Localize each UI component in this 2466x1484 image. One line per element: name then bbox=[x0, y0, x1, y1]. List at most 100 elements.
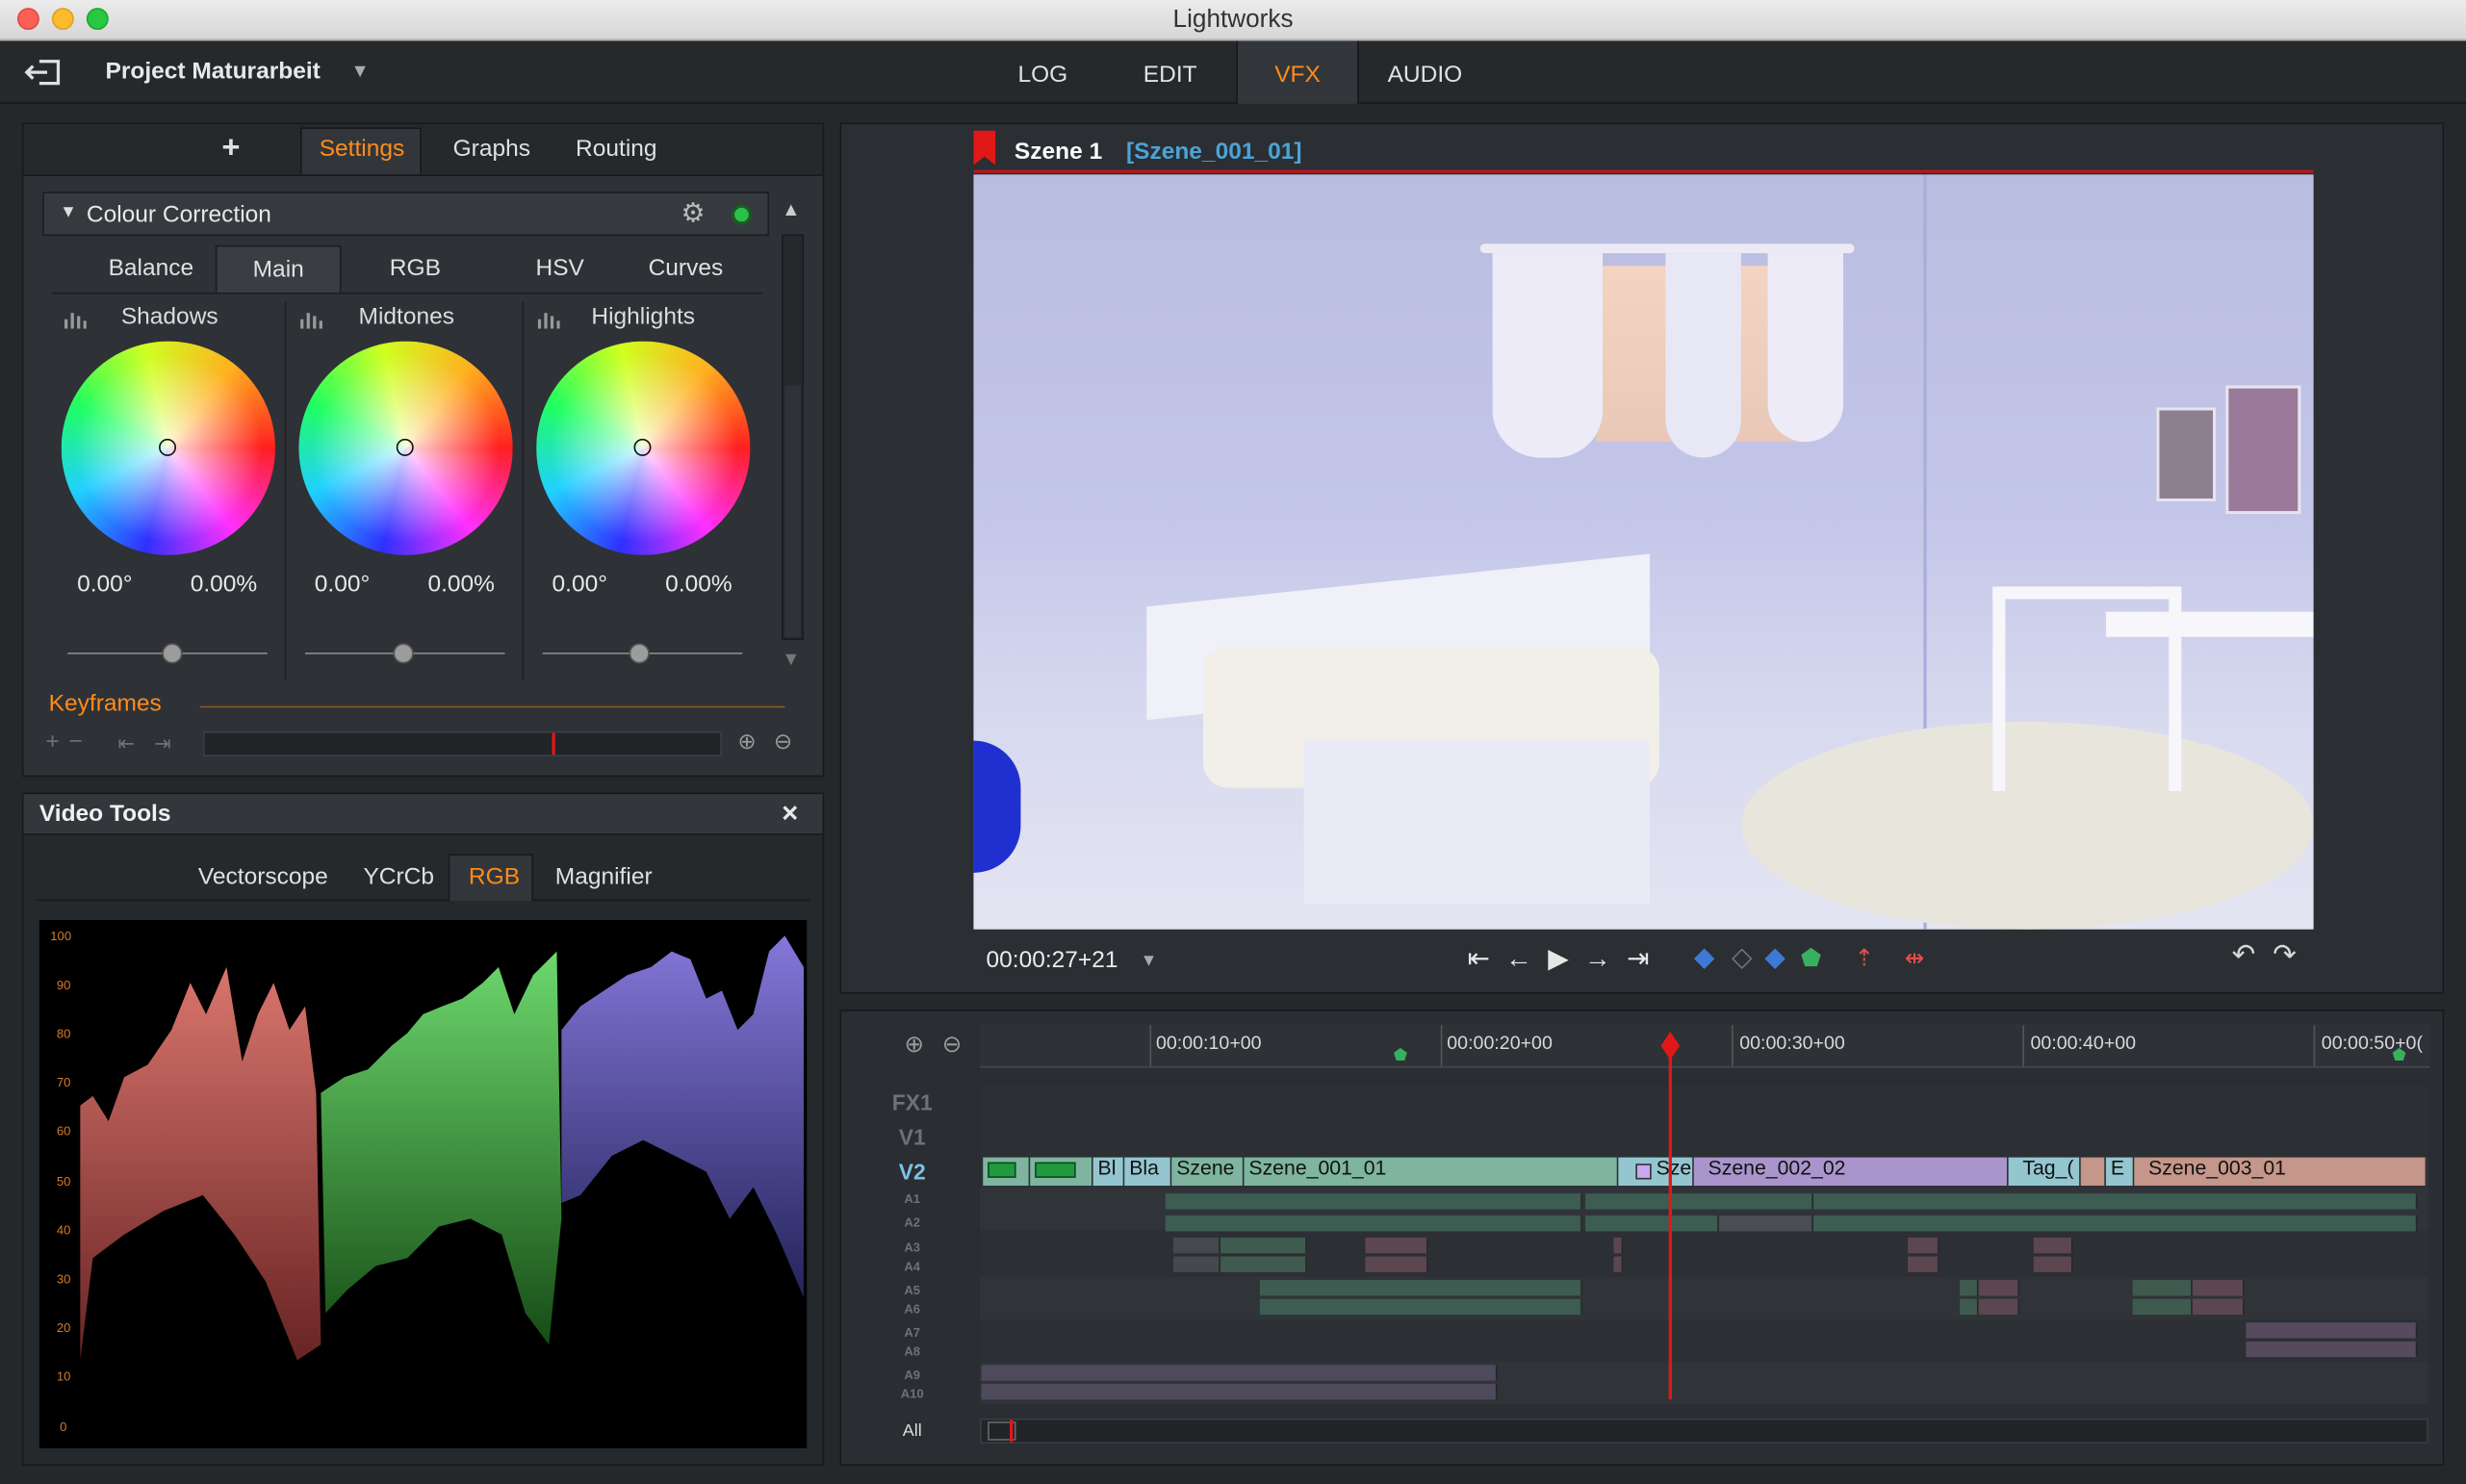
redo-icon[interactable]: ↷ bbox=[2273, 938, 2297, 971]
audio-clip[interactable] bbox=[1908, 1237, 1939, 1254]
audio-clip[interactable] bbox=[1959, 1298, 1979, 1316]
vertical-scrollbar[interactable] bbox=[782, 234, 804, 641]
audio-clip[interactable] bbox=[1220, 1237, 1307, 1254]
v2-clip[interactable]: Tag_( bbox=[2008, 1157, 2081, 1187]
subtab-hsv[interactable]: HSV bbox=[492, 245, 628, 293]
track-label-a6[interactable]: A6 bbox=[861, 1302, 963, 1317]
audio-clip[interactable] bbox=[1813, 1215, 2418, 1232]
track-label-a9[interactable]: A9 bbox=[861, 1369, 963, 1383]
track-label-a1[interactable]: A1 bbox=[861, 1192, 963, 1207]
subtab-balance[interactable]: Balance bbox=[80, 245, 221, 293]
v2-clip[interactable]: Szene_001_01 bbox=[1244, 1157, 1619, 1187]
gears-icon[interactable]: ⚙ bbox=[681, 198, 706, 230]
scroll-up-icon[interactable]: ▲ bbox=[782, 198, 800, 220]
v2-clip[interactable] bbox=[1030, 1157, 1093, 1187]
tab-magnifier[interactable]: Magnifier bbox=[555, 863, 653, 890]
tab-ycrcb[interactable]: YCrCb bbox=[363, 863, 434, 890]
audio-clip[interactable] bbox=[2192, 1280, 2245, 1296]
timeline-playhead[interactable] bbox=[1668, 1043, 1672, 1400]
timeline-overview-bar[interactable] bbox=[979, 1418, 2428, 1445]
histogram-icon[interactable] bbox=[300, 312, 322, 329]
audio-clip[interactable] bbox=[1259, 1280, 1582, 1296]
tab-log[interactable]: LOG bbox=[990, 40, 1094, 103]
audio-clip[interactable] bbox=[1908, 1256, 1939, 1272]
audio-clip[interactable] bbox=[1978, 1298, 2020, 1316]
scrollbar-thumb[interactable] bbox=[784, 385, 801, 637]
shadows-saturation[interactable]: 0.00% bbox=[191, 571, 258, 598]
audio-clip[interactable] bbox=[2246, 1322, 2418, 1339]
audio-clip[interactable] bbox=[1585, 1215, 1719, 1232]
audio-clip[interactable] bbox=[1259, 1298, 1582, 1316]
audio-clip[interactable] bbox=[1365, 1237, 1428, 1254]
track-label-v1[interactable]: V1 bbox=[861, 1124, 963, 1149]
tab-graphs[interactable]: Graphs bbox=[453, 136, 530, 163]
track-label-a4[interactable]: A4 bbox=[861, 1260, 963, 1274]
audio-clip[interactable] bbox=[1613, 1237, 1624, 1254]
track-label-fx1[interactable]: FX1 bbox=[861, 1089, 963, 1114]
highlights-saturation[interactable]: 0.00% bbox=[665, 571, 732, 598]
cue-marker-icon[interactable]: ⬟ bbox=[2392, 1047, 2405, 1064]
shadows-slider-knob[interactable] bbox=[162, 643, 183, 664]
collapse-triangle-icon[interactable]: ▼ bbox=[60, 203, 77, 222]
wheel-handle[interactable] bbox=[633, 438, 652, 456]
zoom-out-icon[interactable]: ⊖ bbox=[774, 729, 792, 755]
mark-clear-icon[interactable]: ◇ bbox=[1732, 942, 1752, 974]
audio-clip[interactable] bbox=[2033, 1237, 2073, 1254]
subtab-curves[interactable]: Curves bbox=[618, 245, 754, 293]
audio-clip[interactable] bbox=[1959, 1280, 1979, 1296]
shadows-hue[interactable]: 0.00° bbox=[77, 571, 133, 598]
track-label-v2[interactable]: V2 bbox=[861, 1159, 963, 1184]
audio-clip[interactable] bbox=[1172, 1237, 1220, 1254]
effect-enabled-indicator[interactable] bbox=[731, 204, 753, 225]
keyframe-next-icon[interactable]: ⇥ bbox=[154, 731, 171, 756]
scroll-down-icon[interactable]: ▼ bbox=[782, 648, 800, 670]
track-label-a7[interactable]: A7 bbox=[861, 1325, 963, 1340]
add-cue-icon[interactable]: ⬟ bbox=[1801, 943, 1821, 972]
v2-clip[interactable] bbox=[983, 1157, 1031, 1187]
undo-icon[interactable]: ↶ bbox=[2232, 938, 2256, 971]
transport-controls[interactable]: ⇤←▶→⇥ bbox=[1468, 943, 1665, 975]
v2-clip[interactable]: Szene_002_02 bbox=[1693, 1157, 2009, 1187]
tab-settings[interactable]: Settings bbox=[320, 136, 405, 163]
v2-clip[interactable]: Bl bbox=[1092, 1157, 1125, 1187]
midtones-slider-knob[interactable] bbox=[393, 643, 414, 664]
v2-clip[interactable]: Bla bbox=[1124, 1157, 1172, 1187]
clip-effect-icon[interactable] bbox=[1635, 1164, 1652, 1180]
add-effect-button[interactable]: + bbox=[221, 131, 240, 167]
midtones-color-wheel[interactable] bbox=[298, 341, 513, 555]
v2-clip[interactable]: Sze bbox=[1618, 1157, 1694, 1187]
audio-clip[interactable] bbox=[2132, 1298, 2193, 1316]
track-label-a3[interactable]: A3 bbox=[861, 1241, 963, 1255]
track-label-a10[interactable]: A10 bbox=[861, 1387, 963, 1401]
v2-clip[interactable]: E bbox=[2105, 1157, 2135, 1187]
timeline-zoom-out-icon[interactable]: ⊖ bbox=[942, 1030, 963, 1059]
audio-clip[interactable] bbox=[1365, 1256, 1428, 1272]
audio-clip[interactable] bbox=[1813, 1193, 2418, 1210]
highlights-slider-knob[interactable] bbox=[629, 643, 650, 664]
highlights-color-wheel[interactable] bbox=[536, 341, 751, 555]
mark-in-icon[interactable]: ◆ bbox=[1694, 942, 1714, 974]
keyframe-track[interactable] bbox=[202, 730, 723, 756]
lift-icon[interactable]: ⇡ bbox=[1854, 943, 1874, 972]
audio-clip[interactable] bbox=[1220, 1256, 1307, 1272]
bookmark-flag-icon[interactable] bbox=[973, 130, 996, 166]
audio-clip[interactable] bbox=[981, 1383, 1498, 1400]
timecode-menu-chevron-icon[interactable]: ▼ bbox=[1141, 952, 1158, 971]
audio-clip[interactable] bbox=[1585, 1193, 1814, 1210]
remove-icon[interactable]: ⇹ bbox=[1905, 943, 1925, 972]
histogram-icon[interactable] bbox=[537, 312, 560, 329]
tab-audio[interactable]: AUDIO bbox=[1369, 40, 1482, 103]
highlights-hue[interactable]: 0.00° bbox=[552, 571, 608, 598]
viewer-timecode[interactable]: 00:00:27+21 bbox=[987, 947, 1118, 974]
audio-clip[interactable] bbox=[2246, 1341, 2418, 1358]
timeline-zoom-in-icon[interactable]: ⊕ bbox=[905, 1030, 925, 1059]
v2-clip[interactable]: Szene_003_01 bbox=[2134, 1157, 2427, 1187]
audio-clip[interactable] bbox=[1718, 1215, 1814, 1232]
tab-rgb[interactable]: RGB bbox=[469, 863, 520, 890]
tab-vectorscope[interactable]: Vectorscope bbox=[198, 863, 328, 890]
audio-clip[interactable] bbox=[1172, 1256, 1220, 1272]
close-icon[interactable]: × bbox=[782, 797, 798, 830]
audio-clip[interactable] bbox=[2132, 1280, 2193, 1296]
keyframe-prev-icon[interactable]: ⇤ bbox=[118, 731, 136, 756]
mark-out-icon[interactable]: ◆ bbox=[1764, 942, 1785, 974]
